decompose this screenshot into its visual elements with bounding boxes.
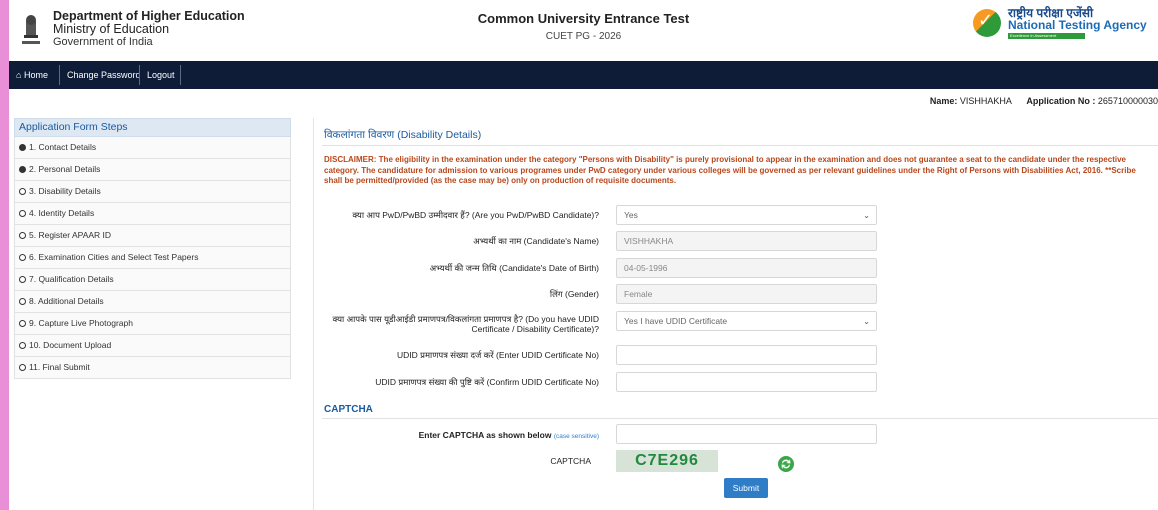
nta-logo-block: ✓ राष्ट्रीय परीक्षा एजेंसी National Test… — [973, 4, 1158, 44]
sidebar-step-label: 8. Additional Details — [29, 296, 104, 306]
pwd-select-value: Yes — [624, 210, 638, 220]
nta-tagline: Excellence in Assessment — [1008, 33, 1085, 39]
steps-list: 1. Contact Details 2. Personal Details 3. … — [14, 137, 291, 379]
steps-sidebar: Application Form Steps 1. Contact Detail… — [14, 118, 291, 379]
dob-label: अभ्यर्थी की जन्म तिथि (Candidate's Date … — [429, 263, 599, 273]
check-icon: ✓ — [978, 10, 994, 30]
udid-no-label: UDID प्रमाणपत्र संख्या दर्ज करें (Enter … — [396, 350, 599, 360]
circle-icon — [19, 363, 26, 371]
sidebar-step-label: 10. Document Upload — [29, 340, 112, 350]
circle-icon — [19, 275, 26, 283]
user-name: VISHHAKHA — [959, 96, 1012, 106]
chevron-down-icon: ⌄ — [863, 317, 870, 326]
gender-field[interactable]: Female — [616, 284, 877, 304]
nav-home[interactable]: ⌂ Home — [11, 61, 53, 89]
chevron-down-icon: ⌄ — [863, 211, 870, 220]
home-icon: ⌂ — [16, 70, 22, 80]
sidebar-step[interactable]: 3. Disability Details — [14, 181, 291, 203]
udid-question-label: क्या आपके पास यूडीआईडी प्रमाणपत्र/विकलां… — [332, 314, 599, 334]
sidebar-step[interactable]: 1. Contact Details — [14, 137, 291, 159]
nav-logout[interactable]: Logout — [142, 61, 180, 89]
sidebar-step-label: 2. Personal Details — [29, 164, 101, 174]
application-no: 265710000030 — [1097, 96, 1158, 106]
circle-icon — [19, 209, 26, 217]
circle-icon — [19, 253, 26, 261]
sidebar-step[interactable]: 2. Personal Details — [14, 159, 291, 181]
disclaimer-text: DISCLAIMER: The eligibility in the exami… — [324, 155, 1136, 185]
refresh-icon[interactable] — [777, 455, 795, 473]
sidebar-step[interactable]: 5. Register APAAR ID — [14, 225, 291, 247]
pwd-label: क्या आप PwD/PwBD उम्मीदवार हैं? (Are you… — [352, 210, 599, 220]
nav-divider — [59, 65, 60, 85]
check-circle-icon — [19, 143, 26, 151]
form-title-hindi: विकलांगता विवरण — [324, 129, 395, 141]
captcha-enter-label: Enter CAPTCHA as shown below (case sensi… — [419, 430, 599, 442]
circle-icon — [19, 341, 26, 349]
dob-field[interactable]: 04-05-1996 — [616, 258, 877, 278]
sidebar-title: Application Form Steps — [14, 118, 291, 137]
udid-confirm-label: UDID प्रमाणपत्र संख्या की पुष्टि करें (C… — [375, 377, 599, 387]
page: Department of Higher Education Ministry … — [9, 0, 1158, 510]
nav-divider — [180, 65, 181, 85]
pwd-select[interactable]: Yes ⌄ — [616, 205, 877, 225]
application-no-label: Application No : — [1026, 96, 1096, 106]
divider — [322, 418, 1158, 419]
sidebar-step[interactable]: 7. Qualification Details — [14, 269, 291, 291]
captcha-image: C7E296 — [616, 450, 718, 472]
udid-no-input[interactable] — [616, 345, 877, 365]
captcha-enter-text: Enter CAPTCHA as shown below — [418, 430, 552, 440]
submit-button[interactable]: Submit — [724, 478, 768, 498]
candidate-name-label: अभ्यर्थी का नाम (Candidate's Name) — [473, 236, 599, 246]
sidebar-step-label: 1. Contact Details — [29, 142, 97, 152]
sidebar-step-label: 9. Capture Live Photograph — [29, 318, 133, 328]
sidebar-step-label: 6. Examination Cities and Select Test Pa… — [29, 252, 199, 262]
sidebar-step[interactable]: 8. Additional Details — [14, 291, 291, 313]
captcha-input[interactable] — [616, 424, 877, 444]
sidebar-step[interactable]: 6. Examination Cities and Select Test Pa… — [14, 247, 291, 269]
sidebar-step-label: 5. Register APAAR ID — [29, 230, 112, 240]
case-sensitive-note: (case sensitive) — [553, 433, 599, 440]
circle-icon — [19, 297, 26, 305]
captcha-label: CAPTCHA — [550, 456, 591, 466]
header: Department of Higher Education Ministry … — [9, 0, 1158, 60]
circle-icon — [19, 319, 26, 327]
captcha-heading: CAPTCHA — [324, 404, 373, 415]
sidebar-step-label: 11. Final Submit — [29, 362, 90, 372]
form-title-english: (Disability Details) — [397, 129, 482, 141]
sidebar-step-label: 7. Qualification Details — [29, 274, 114, 284]
udid-confirm-input[interactable] — [616, 372, 877, 392]
gender-label: लिंग (Gender) — [549, 289, 599, 299]
candidate-name-field[interactable]: VISHHAKHA — [616, 231, 877, 251]
sidebar-step[interactable]: 9. Capture Live Photograph — [14, 313, 291, 335]
disability-form: विकलांगता विवरण (Disability Details) DIS… — [313, 118, 1158, 510]
nta-english-name: National Testing Agency — [1008, 18, 1147, 32]
sidebar-step-label: 3. Disability Details — [29, 186, 101, 196]
sidebar-step[interactable]: 4. Identity Details — [14, 203, 291, 225]
nav-home-label: Home — [23, 70, 48, 80]
circle-icon — [19, 187, 26, 195]
nav-divider — [139, 65, 140, 85]
sidebar-step[interactable]: 11. Final Submit — [14, 357, 291, 379]
navbar: ⌂ Home Change Password Logout — [9, 61, 1158, 89]
form-title: विकलांगता विवरण (Disability Details) — [324, 128, 481, 142]
name-label: Name: — [929, 96, 958, 106]
udid-question-select[interactable]: Yes I have UDID Certificate ⌄ — [616, 311, 877, 331]
udid-question-value: Yes I have UDID Certificate — [624, 316, 728, 326]
check-circle-icon — [19, 165, 26, 173]
circle-icon — [19, 231, 26, 239]
divider — [322, 145, 1158, 146]
nav-change-password[interactable]: Change Password — [62, 61, 146, 89]
sidebar-step-label: 4. Identity Details — [29, 208, 95, 218]
sidebar-step[interactable]: 10. Document Upload — [14, 335, 291, 357]
user-info: Name: VISHHAKHA Application No : 2657100… — [930, 96, 1158, 106]
